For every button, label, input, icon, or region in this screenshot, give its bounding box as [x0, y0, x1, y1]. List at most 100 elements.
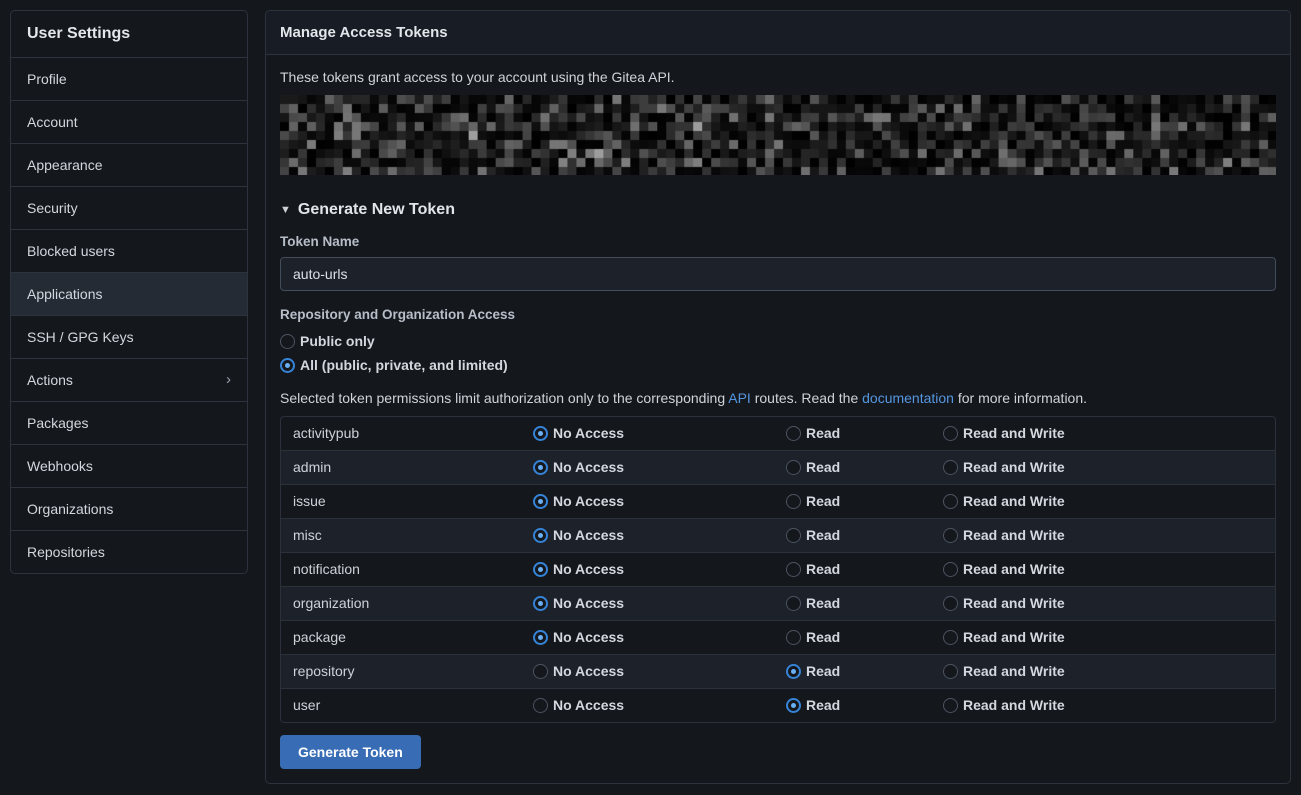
sidebar-item-repositories[interactable]: Repositories: [11, 530, 247, 573]
scope-row-misc: miscNo AccessReadRead and Write: [281, 518, 1275, 552]
radio-activitypub-read-and-write[interactable]: Read and Write: [943, 424, 1275, 443]
scope-cell: No Access: [533, 628, 786, 647]
radio-label: No Access: [553, 696, 624, 715]
sidebar-item-label: Account: [27, 113, 78, 131]
sidebar-item-organizations[interactable]: Organizations: [11, 487, 247, 530]
radio-label: No Access: [553, 458, 624, 477]
scope-cell: Read and Write: [943, 458, 1275, 477]
radio-issue-no-access[interactable]: No Access: [533, 492, 786, 511]
sidebar-item-webhooks[interactable]: Webhooks: [11, 444, 247, 487]
sidebar-item-blocked-users[interactable]: Blocked users: [11, 229, 247, 272]
manage-tokens-panel: Manage Access Tokens These tokens grant …: [265, 10, 1291, 784]
radio-activitypub-read[interactable]: Read: [786, 424, 943, 443]
sidebar-item-applications[interactable]: Applications: [11, 272, 247, 315]
radio-label: Read: [806, 662, 840, 681]
radio-unselected-icon: [943, 426, 958, 441]
radio-label: Read: [806, 560, 840, 579]
radio-admin-no-access[interactable]: No Access: [533, 458, 786, 477]
radio-label: No Access: [553, 492, 624, 511]
token-name-input[interactable]: [280, 257, 1276, 291]
radio-user-no-access[interactable]: No Access: [533, 696, 786, 715]
panel-header-title: Manage Access Tokens: [266, 11, 1290, 55]
radio-unselected-icon: [533, 664, 548, 679]
sidebar-item-label: Blocked users: [27, 242, 115, 260]
sidebar-item-security[interactable]: Security: [11, 186, 247, 229]
radio-unselected-icon: [280, 334, 295, 349]
radio-package-no-access[interactable]: No Access: [533, 628, 786, 647]
sidebar-item-label: Packages: [27, 414, 88, 432]
scope-name: user: [281, 696, 533, 715]
scope-cell: Read and Write: [943, 594, 1275, 613]
radio-activitypub-no-access[interactable]: No Access: [533, 424, 786, 443]
scope-cell: Read: [786, 526, 943, 545]
sidebar-item-appearance[interactable]: Appearance: [11, 143, 247, 186]
panel-body: These tokens grant access to your accoun…: [266, 68, 1290, 783]
generate-new-token-toggle[interactable]: ▼ Generate New Token: [280, 201, 1276, 219]
radio-misc-read[interactable]: Read: [786, 526, 943, 545]
radio-public-only[interactable]: Public only: [280, 329, 1276, 353]
scope-row-notification: notificationNo AccessReadRead and Write: [281, 552, 1275, 586]
radio-organization-read-and-write[interactable]: Read and Write: [943, 594, 1275, 613]
token-name-label: Token Name: [280, 234, 1276, 249]
radio-unselected-icon: [943, 528, 958, 543]
radio-organization-no-access[interactable]: No Access: [533, 594, 786, 613]
radio-repository-no-access[interactable]: No Access: [533, 662, 786, 681]
radio-user-read[interactable]: Read: [786, 696, 943, 715]
radio-unselected-icon: [786, 562, 801, 577]
scope-cell: Read: [786, 492, 943, 511]
sidebar-title: User Settings: [11, 11, 247, 58]
radio-repository-read-and-write[interactable]: Read and Write: [943, 662, 1275, 681]
radio-label: Read and Write: [963, 560, 1065, 579]
radio-notification-read-and-write[interactable]: Read and Write: [943, 560, 1275, 579]
sidebar-item-ssh-gpg-keys[interactable]: SSH / GPG Keys: [11, 315, 247, 358]
radio-admin-read[interactable]: Read: [786, 458, 943, 477]
scope-name: issue: [281, 492, 533, 511]
sidebar-item-actions[interactable]: Actions›: [11, 358, 247, 401]
documentation-link[interactable]: documentation: [862, 390, 954, 406]
sidebar-item-account[interactable]: Account: [11, 100, 247, 143]
radio-misc-read-and-write[interactable]: Read and Write: [943, 526, 1275, 545]
radio-unselected-icon: [786, 494, 801, 509]
radio-label: Read and Write: [963, 492, 1065, 511]
radio-package-read[interactable]: Read: [786, 628, 943, 647]
sidebar-item-packages[interactable]: Packages: [11, 401, 247, 444]
tokens-intro-text: These tokens grant access to your accoun…: [280, 68, 1276, 87]
radio-admin-read-and-write[interactable]: Read and Write: [943, 458, 1275, 477]
radio-label: Read: [806, 696, 840, 715]
scope-name: activitypub: [281, 424, 533, 443]
generate-token-button[interactable]: Generate Token: [280, 735, 421, 769]
scope-cell: Read: [786, 424, 943, 443]
radio-label: No Access: [553, 526, 624, 545]
radio-issue-read-and-write[interactable]: Read and Write: [943, 492, 1275, 511]
radio-notification-read[interactable]: Read: [786, 560, 943, 579]
scope-cell: No Access: [533, 458, 786, 477]
api-link[interactable]: API: [728, 390, 751, 406]
scope-cell: Read: [786, 458, 943, 477]
radio-selected-icon: [533, 596, 548, 611]
radio-unselected-icon: [786, 426, 801, 441]
redacted-token-block: [280, 95, 1276, 175]
radio-label: No Access: [553, 560, 624, 579]
radio-unselected-icon: [943, 630, 958, 645]
page: User Settings Profile Account Appearance Se…: [0, 0, 1301, 795]
radio-package-read-and-write[interactable]: Read and Write: [943, 628, 1275, 647]
sidebar-item-label: Appearance: [27, 156, 103, 174]
caret-down-icon: ▼: [280, 204, 291, 216]
radio-organization-read[interactable]: Read: [786, 594, 943, 613]
scope-cell: Read and Write: [943, 628, 1275, 647]
scope-cell: No Access: [533, 424, 786, 443]
radio-misc-no-access[interactable]: No Access: [533, 526, 786, 545]
radio-all-public-private-and-limited[interactable]: All (public, private, and limited): [280, 353, 1276, 377]
sidebar-item-label: SSH / GPG Keys: [27, 328, 134, 346]
chevron-right-icon: ›: [226, 373, 231, 387]
scope-cell: No Access: [533, 526, 786, 545]
radio-repository-read[interactable]: Read: [786, 662, 943, 681]
radio-selected-icon: [533, 426, 548, 441]
radio-issue-read[interactable]: Read: [786, 492, 943, 511]
radio-notification-no-access[interactable]: No Access: [533, 560, 786, 579]
sidebar-item-label: Profile: [27, 70, 67, 88]
permissions-note: Selected token permissions limit authori…: [280, 389, 1276, 408]
radio-user-read-and-write[interactable]: Read and Write: [943, 696, 1275, 715]
radio-unselected-icon: [786, 528, 801, 543]
sidebar-item-profile[interactable]: Profile: [11, 58, 247, 100]
